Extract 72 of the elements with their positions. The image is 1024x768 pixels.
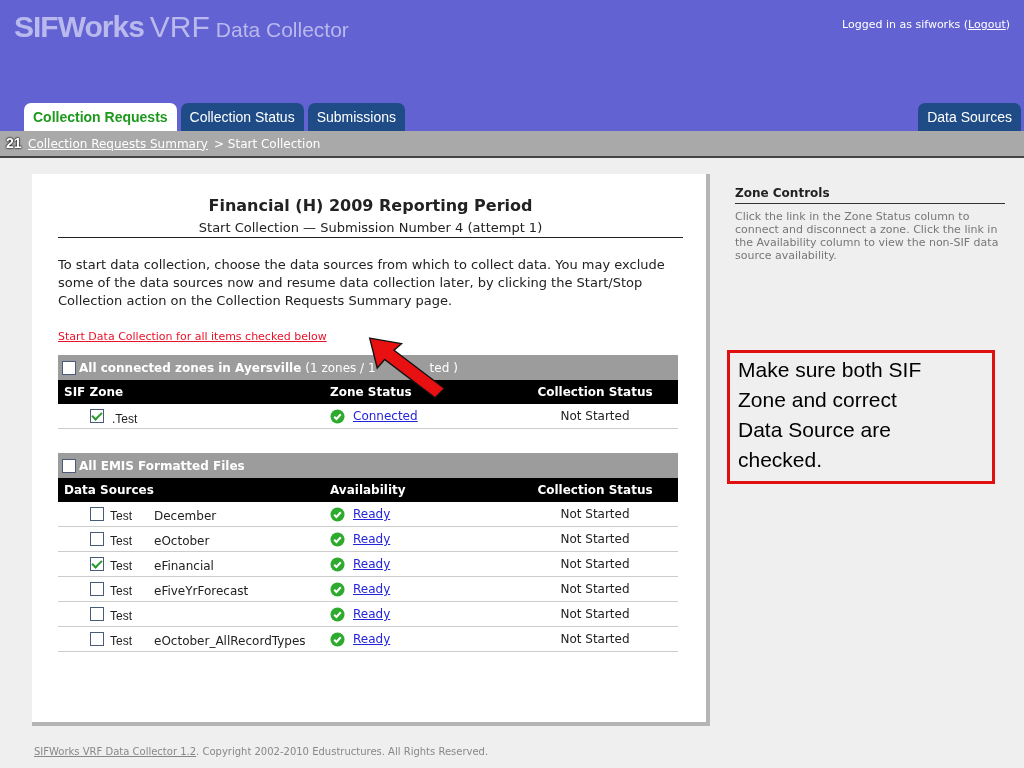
login-text: Logged in as sifworks ( bbox=[842, 18, 969, 31]
group-count: (1 zones / 1 bbox=[305, 360, 376, 375]
checkbox[interactable] bbox=[90, 532, 104, 546]
intro-paragraph: To start data collection, choose the data sources from which to collect data. You may exclude some of the data sources now and resume data collection later, by clicking the Start/Stop Collection action on the Collection Requests Summary page. bbox=[58, 256, 666, 310]
group-label: All connected zones in Ayersville bbox=[79, 360, 302, 375]
zone-status-link[interactable]: Connected bbox=[353, 409, 418, 423]
checkbox[interactable] bbox=[90, 632, 104, 646]
app-name: Data Collector bbox=[215, 18, 349, 42]
table-cell-text: Not Started bbox=[559, 557, 631, 571]
table-cell-text: Not Started bbox=[559, 632, 631, 646]
sidebar-text: Click the link in the Zone Status column to connect and disconnect a zone. Click the link in the Availability column to view the non-SIF data source availability. bbox=[735, 210, 1000, 262]
nav-tab[interactable]: Collection Status bbox=[180, 103, 304, 131]
availability-link[interactable]: Ready bbox=[353, 607, 391, 621]
nav-tab[interactable]: Submissions bbox=[307, 103, 406, 131]
checkbox[interactable] bbox=[90, 409, 104, 423]
logout-link[interactable]: Logout bbox=[968, 18, 1006, 31]
source-name: December bbox=[154, 508, 217, 523]
check-circle-icon bbox=[330, 506, 345, 522]
source-name: eFiveYrForecast bbox=[154, 583, 249, 598]
column-header: Collection Status bbox=[536, 385, 654, 399]
copyright-text: . Copyright 2002-2010 Edustructures. All Rights Reserved. bbox=[196, 746, 489, 757]
source-name: eOctober_AllRecordTypes bbox=[154, 633, 306, 648]
column-header: SIF Zone bbox=[63, 385, 125, 399]
table-cell-text: Not Started bbox=[559, 409, 631, 423]
callout-note: Make sure both SIF Zone and correct Data Source are checked. bbox=[727, 350, 995, 484]
page-subtitle: Start Collection — Submission Number 4 (attempt 1) bbox=[58, 215, 683, 238]
login-text-end: ) bbox=[1005, 18, 1010, 31]
checkbox[interactable] bbox=[90, 582, 104, 596]
check-circle-icon bbox=[330, 631, 345, 647]
table-cell-text: Not Started bbox=[559, 507, 631, 521]
checkbox[interactable] bbox=[62, 360, 76, 375]
source-label: Test bbox=[110, 558, 133, 573]
check-circle-icon bbox=[330, 581, 345, 597]
check-circle-icon bbox=[330, 606, 345, 622]
nav-tab[interactable]: Data Sources bbox=[918, 103, 1021, 131]
check-circle-icon bbox=[330, 531, 345, 547]
availability-link[interactable]: Ready bbox=[353, 507, 391, 521]
source-name: eFinancial bbox=[154, 558, 214, 573]
column-header: Availability bbox=[330, 483, 407, 497]
source-label: Test bbox=[110, 533, 133, 548]
group-label: All EMIS Formatted Files bbox=[79, 458, 245, 473]
page-title: Financial (H) 2009 Reporting Period bbox=[207, 196, 534, 215]
checkbox[interactable] bbox=[90, 557, 104, 571]
zone-name: .Test bbox=[112, 411, 138, 426]
checkbox[interactable] bbox=[90, 607, 104, 621]
checkbox[interactable] bbox=[90, 507, 104, 521]
source-name: eOctober bbox=[154, 533, 210, 548]
source-label: Test bbox=[110, 508, 133, 523]
availability-link[interactable]: Ready bbox=[353, 532, 391, 546]
breadcrumb-current: > Start Collection bbox=[214, 136, 321, 151]
column-header: Data Sources bbox=[63, 483, 155, 497]
availability-link[interactable]: Ready bbox=[353, 582, 391, 596]
column-header: Collection Status bbox=[536, 483, 654, 497]
availability-link[interactable]: Ready bbox=[353, 557, 391, 571]
check-circle-icon bbox=[330, 556, 345, 572]
table-cell-text: Not Started bbox=[559, 582, 631, 596]
group-count: ted ) bbox=[429, 360, 458, 375]
table-cell-text: Not Started bbox=[559, 532, 631, 546]
source-label: Test bbox=[110, 608, 133, 623]
source-label: Test bbox=[110, 633, 133, 648]
sidebar-title: Zone Controls bbox=[735, 186, 1005, 204]
slide-number: 21 bbox=[6, 135, 22, 151]
column-header: Zone Status bbox=[330, 385, 413, 399]
check-circle-icon bbox=[330, 408, 345, 424]
table-cell-text: Not Started bbox=[559, 607, 631, 621]
source-label: Test bbox=[110, 583, 133, 598]
start-collection-link[interactable]: Start Data Collection for all items checked below bbox=[58, 330, 327, 343]
checkbox[interactable] bbox=[62, 458, 76, 473]
product-name: VRF bbox=[149, 10, 210, 44]
brand-name: SIFWorks bbox=[14, 10, 144, 44]
availability-link[interactable]: Ready bbox=[353, 632, 391, 646]
nav-tab[interactable]: Collection Requests bbox=[24, 103, 177, 131]
